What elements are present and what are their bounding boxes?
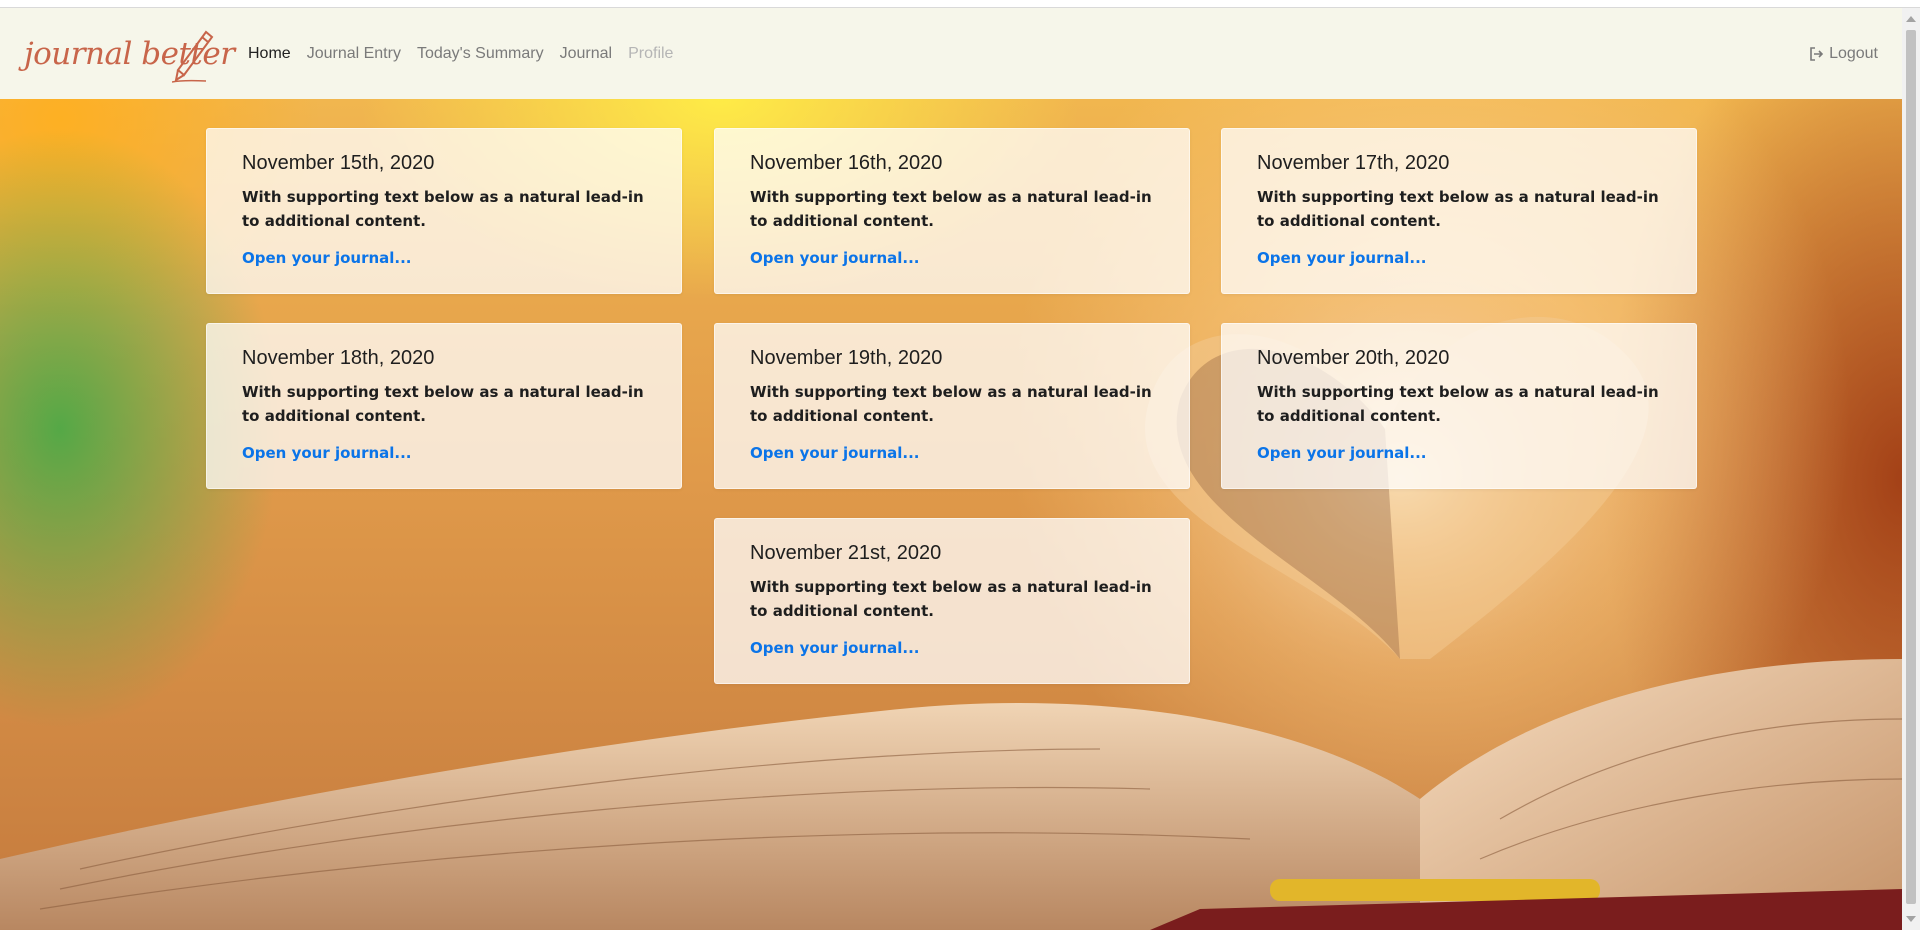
hero-background: November 15th, 2020 With supporting text… [0, 99, 1902, 930]
journal-card: November 18th, 2020 With supporting text… [206, 323, 682, 489]
navbar: journal better Home Journal Entry Today'… [0, 8, 1902, 99]
nav-home[interactable]: Home [248, 45, 291, 63]
card-text: With supporting text below as a natural … [750, 383, 1152, 425]
card-date: November 20th, 2020 [1257, 347, 1450, 369]
card-date: November 16th, 2020 [750, 152, 943, 174]
card-text: With supporting text below as a natural … [1257, 383, 1659, 425]
page-scrollbar[interactable] [1902, 8, 1920, 930]
main-nav: Home Journal Entry Today's Summary Journ… [248, 8, 689, 99]
card-date: November 17th, 2020 [1257, 152, 1450, 174]
scroll-up-arrow-icon[interactable] [1906, 16, 1916, 22]
open-journal-link[interactable]: Open your journal... [1257, 249, 1661, 267]
card-date: November 21st, 2020 [750, 542, 942, 564]
browser-top-edge [0, 0, 1920, 8]
card-date: November 18th, 2020 [242, 347, 435, 369]
journal-card: November 17th, 2020 With supporting text… [1221, 128, 1697, 294]
nav-journal-entry[interactable]: Journal Entry [307, 45, 401, 63]
card-text: With supporting text below as a natural … [242, 383, 644, 425]
nav-profile: Profile [628, 44, 674, 62]
nav-journal[interactable]: Journal [560, 45, 612, 63]
logout-label: Logout [1829, 44, 1878, 62]
pencil-icon [172, 30, 214, 83]
open-journal-link[interactable]: Open your journal... [1257, 444, 1661, 462]
brand-logo[interactable]: journal better [22, 22, 235, 88]
open-journal-link[interactable]: Open your journal... [750, 639, 1154, 657]
journal-card: November 15th, 2020 With supporting text… [206, 128, 682, 294]
card-date: November 15th, 2020 [242, 152, 435, 174]
journal-card: November 19th, 2020 With supporting text… [714, 323, 1190, 489]
card-text: With supporting text below as a natural … [750, 578, 1152, 620]
nav-todays-summary[interactable]: Today's Summary [417, 45, 544, 63]
journal-card: November 21st, 2020 With supporting text… [714, 518, 1190, 684]
logout-button[interactable]: Logout [1809, 8, 1878, 99]
logout-icon [1810, 46, 1824, 61]
open-journal-link[interactable]: Open your journal... [242, 249, 646, 267]
scroll-thumb[interactable] [1906, 30, 1916, 904]
open-journal-link[interactable]: Open your journal... [242, 444, 646, 462]
scroll-down-arrow-icon[interactable] [1906, 916, 1916, 922]
card-text: With supporting text below as a natural … [750, 188, 1152, 230]
card-text: With supporting text below as a natural … [1257, 188, 1659, 230]
open-journal-link[interactable]: Open your journal... [750, 444, 1154, 462]
journal-card: November 16th, 2020 With supporting text… [714, 128, 1190, 294]
card-text: With supporting text below as a natural … [242, 188, 644, 230]
card-date: November 19th, 2020 [750, 347, 943, 369]
journal-card: November 20th, 2020 With supporting text… [1221, 323, 1697, 489]
open-journal-link[interactable]: Open your journal... [750, 249, 1154, 267]
